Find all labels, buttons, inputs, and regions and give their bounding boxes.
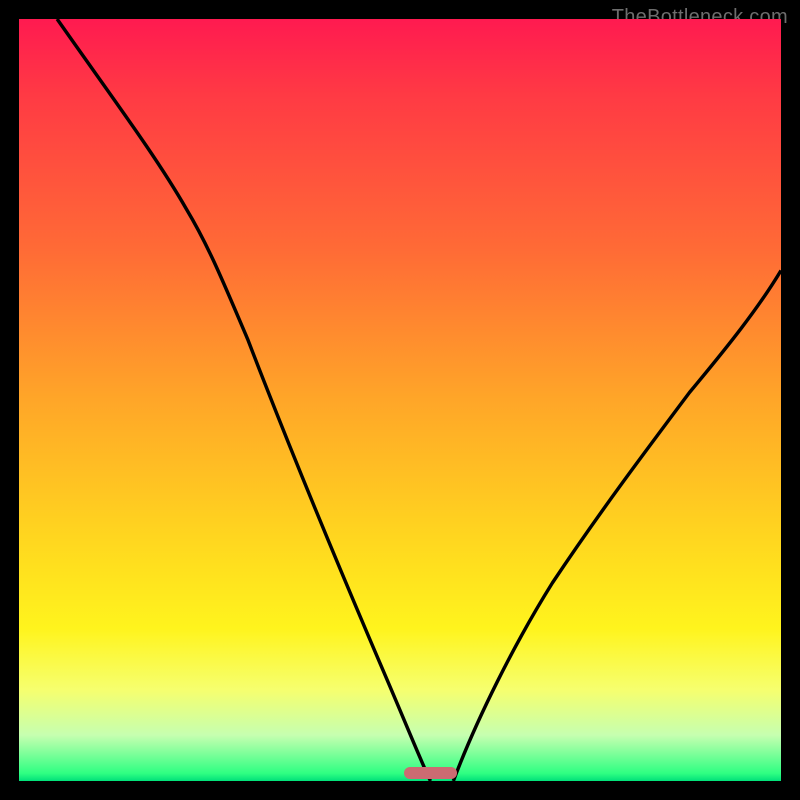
plot-area bbox=[19, 19, 781, 781]
chart-frame: TheBottleneck.com bbox=[0, 0, 800, 800]
curve-right bbox=[453, 270, 781, 781]
bottleneck-marker bbox=[404, 767, 457, 779]
curve-left bbox=[57, 19, 430, 781]
curves-svg bbox=[19, 19, 781, 781]
